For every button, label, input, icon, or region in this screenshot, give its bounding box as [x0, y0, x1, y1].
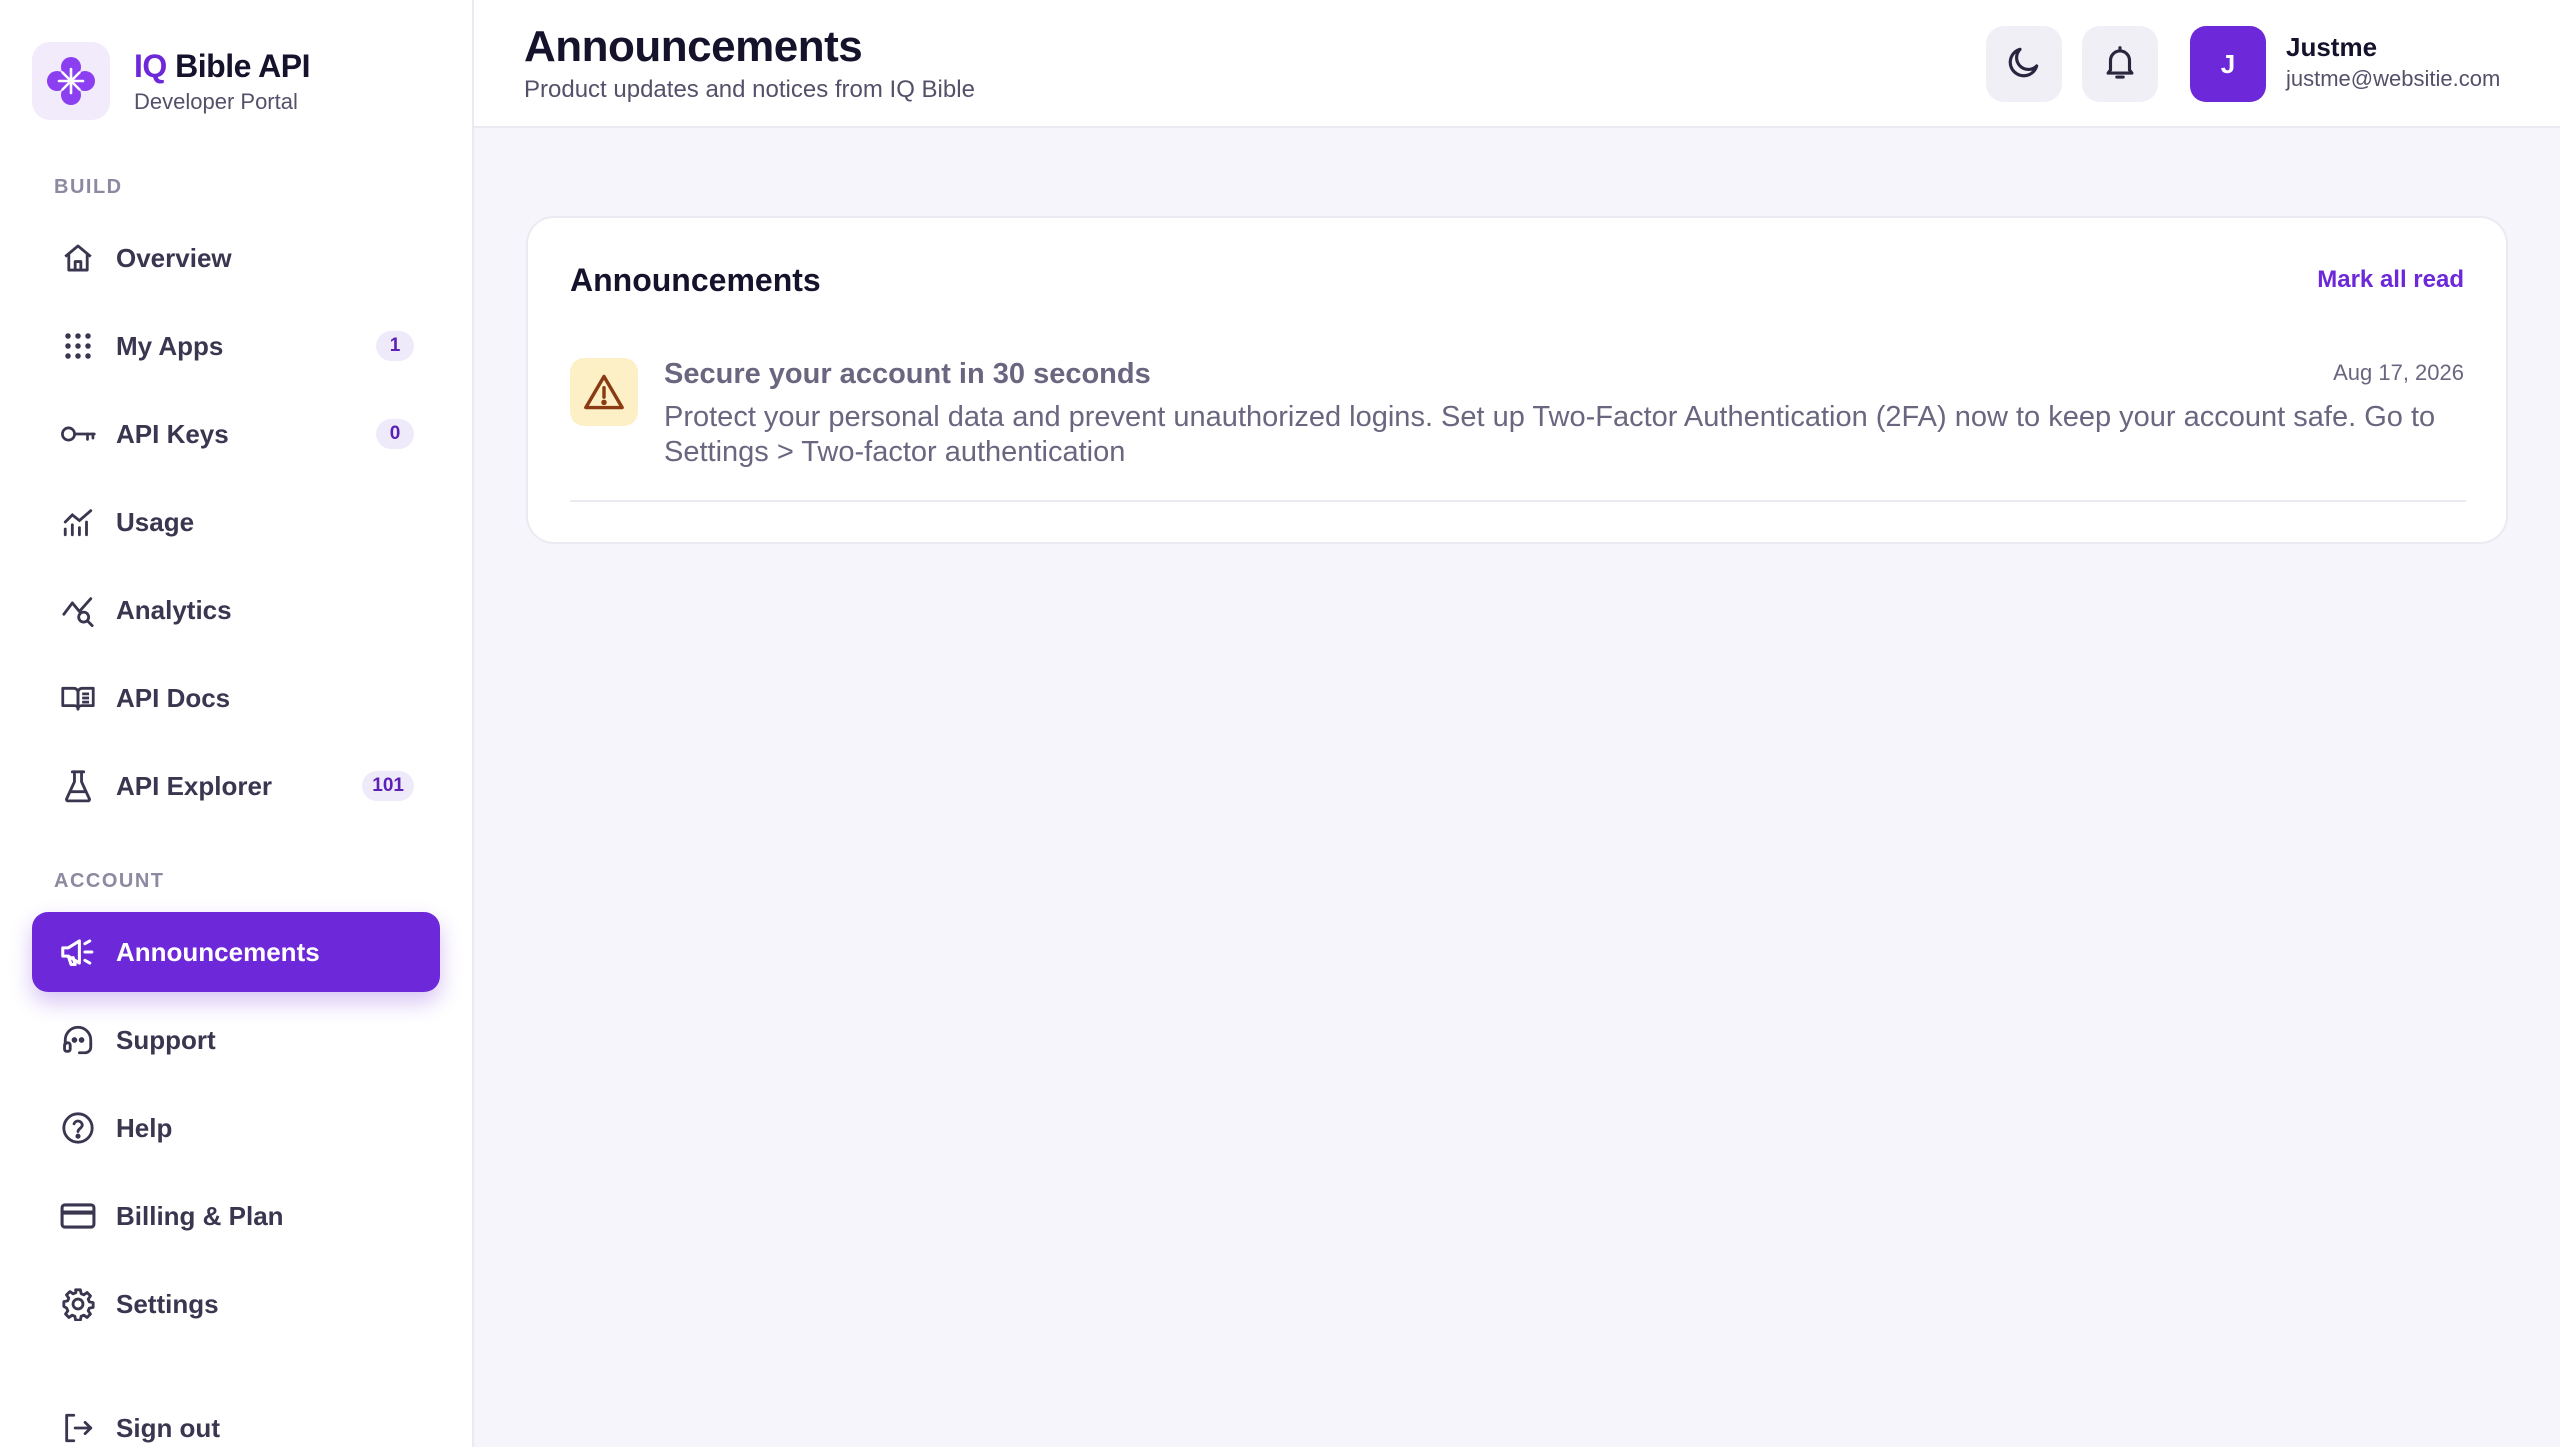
- divider: [570, 500, 2466, 502]
- help-circle-icon: [58, 1108, 98, 1148]
- sidebar-item-label: API Docs: [116, 682, 231, 713]
- section-label-build: BUILD: [54, 176, 123, 198]
- sidebar-item-overview[interactable]: Overview: [32, 218, 440, 298]
- grid-dots-icon: [58, 326, 98, 366]
- notifications-button[interactable]: [2082, 26, 2158, 102]
- announcement-title: Secure your account in 30 seconds: [664, 358, 1151, 390]
- section-label-account: ACCOUNT: [54, 870, 165, 892]
- mark-all-read-button[interactable]: Mark all read: [2317, 266, 2464, 294]
- sidebar-item-analytics[interactable]: Analytics: [32, 570, 440, 650]
- user-name: Justme: [2286, 32, 2378, 62]
- sidebar-item-label: Announcements: [116, 936, 320, 967]
- credit-card-icon: [58, 1196, 98, 1236]
- brand[interactable]: IQ Bible API Developer Portal: [32, 42, 310, 120]
- flask-icon: [58, 766, 98, 806]
- sign-out-button[interactable]: Sign out: [32, 1388, 440, 1447]
- count-badge: 101: [362, 771, 414, 801]
- page-subtitle: Product updates and notices from IQ Bibl…: [524, 76, 975, 103]
- warning-icon: [570, 358, 638, 426]
- sidebar-item-settings[interactable]: Settings: [32, 1264, 440, 1344]
- page-title: Announcements: [524, 22, 863, 71]
- sidebar-item-label: API Keys: [116, 418, 229, 449]
- announcement-body: Protect your personal data and prevent u…: [664, 401, 2436, 468]
- gear-icon: [58, 1284, 98, 1324]
- count-badge: 0: [376, 419, 414, 449]
- theme-toggle-button[interactable]: [1986, 26, 2062, 102]
- sidebar-item-label: Overview: [116, 242, 232, 273]
- brand-title: IQ Bible API: [134, 47, 310, 84]
- sign-out-label: Sign out: [116, 1412, 220, 1443]
- logo-icon: [32, 42, 110, 120]
- sidebar-item-label: Analytics: [116, 594, 232, 625]
- analytics-search-icon: [58, 590, 98, 630]
- sidebar-item-label: Usage: [116, 506, 195, 537]
- sidebar-item-api-explorer[interactable]: API Explorer 101: [32, 746, 440, 826]
- sidebar-item-billing[interactable]: Billing & Plan: [32, 1176, 440, 1256]
- book-icon: [58, 678, 98, 718]
- announcements-card: Announcements Mark all read Secure your …: [526, 216, 2508, 544]
- sidebar-item-label: My Apps: [116, 330, 224, 361]
- card-title: Announcements: [570, 262, 821, 298]
- sidebar: IQ Bible API Developer Portal BUILD Over…: [0, 0, 474, 1447]
- sidebar-item-label: Settings: [116, 1288, 219, 1319]
- sidebar-item-label: Help: [116, 1112, 173, 1143]
- megaphone-icon: [58, 932, 98, 972]
- user-email: justme@websitie.com: [2286, 66, 2501, 91]
- sidebar-item-api-keys[interactable]: API Keys 0: [32, 394, 440, 474]
- brand-subtitle: Developer Portal: [134, 89, 298, 115]
- sidebar-item-support[interactable]: Support: [32, 1000, 440, 1080]
- sidebar-item-api-docs[interactable]: API Docs: [32, 658, 440, 738]
- sidebar-item-usage[interactable]: Usage: [32, 482, 440, 562]
- bell-icon: [2101, 43, 2139, 86]
- announcement-date: Aug 17, 2026: [2333, 360, 2464, 385]
- avatar[interactable]: J: [2190, 26, 2266, 102]
- sidebar-item-help[interactable]: Help: [32, 1088, 440, 1168]
- sidebar-item-my-apps[interactable]: My Apps 1: [32, 306, 440, 386]
- key-icon: [58, 414, 98, 454]
- moon-icon: [2005, 43, 2043, 86]
- headset-icon: [58, 1020, 98, 1060]
- top-header: Announcements Product updates and notice…: [474, 0, 2560, 128]
- sidebar-item-label: Support: [116, 1024, 216, 1055]
- count-badge: 1: [376, 331, 414, 361]
- bar-chart-icon: [58, 502, 98, 542]
- sign-out-icon: [58, 1408, 98, 1447]
- sidebar-item-announcements[interactable]: Announcements: [32, 912, 440, 992]
- sidebar-item-label: API Explorer: [116, 770, 273, 801]
- sidebar-item-label: Billing & Plan: [116, 1200, 284, 1231]
- home-icon: [58, 238, 98, 278]
